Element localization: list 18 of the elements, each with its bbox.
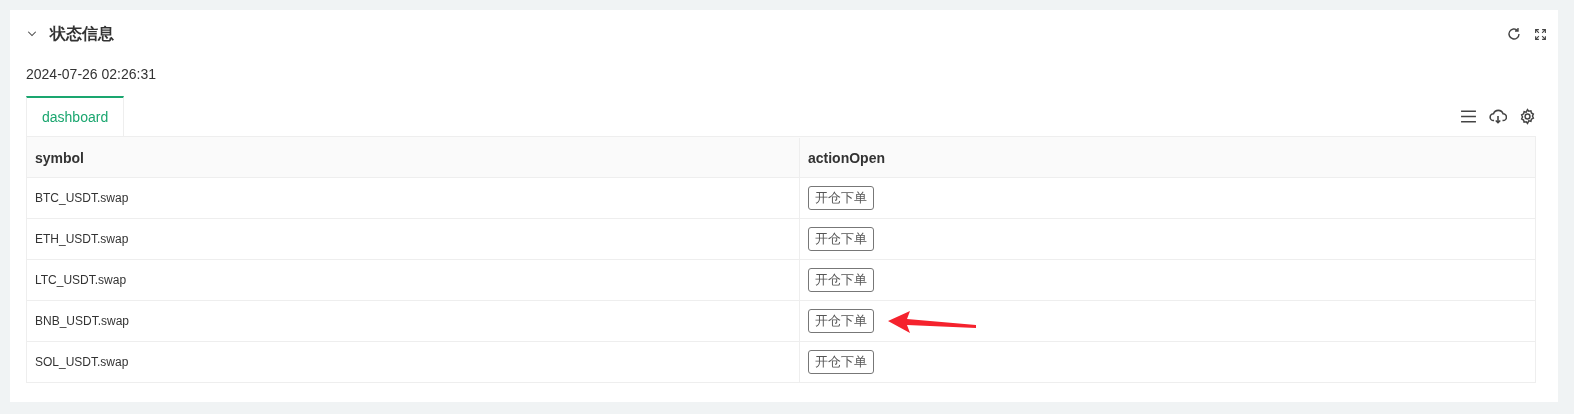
table-cell-text: SOL_USDT.swap <box>34 354 130 371</box>
open-order-button[interactable]: 开仓下单 <box>808 309 874 333</box>
column-header: symbol <box>34 148 85 168</box>
open-order-button[interactable]: 开仓下单 <box>808 350 874 374</box>
settings-icon[interactable] <box>1519 107 1536 125</box>
fullscreen-icon[interactable] <box>1534 27 1547 41</box>
table-cell-text: ETH_USDT.swap <box>34 231 130 248</box>
panel-title: 状态信息 <box>50 23 114 44</box>
refresh-icon[interactable] <box>1506 26 1522 42</box>
menu-icon[interactable] <box>1460 107 1477 125</box>
table-cell-text: BTC_USDT.swap <box>34 190 130 207</box>
open-order-button[interactable]: 开仓下单 <box>808 268 874 292</box>
table-cell-text: BNB_USDT.swap <box>34 313 131 330</box>
timestamp: 2024-07-26 02:26:31 <box>26 66 157 82</box>
table-cell-text: LTC_USDT.swap <box>34 272 128 289</box>
open-order-button[interactable]: 开仓下单 <box>808 186 874 210</box>
open-order-button[interactable]: 开仓下单 <box>808 227 874 251</box>
cloud-download-icon[interactable] <box>1489 107 1507 125</box>
